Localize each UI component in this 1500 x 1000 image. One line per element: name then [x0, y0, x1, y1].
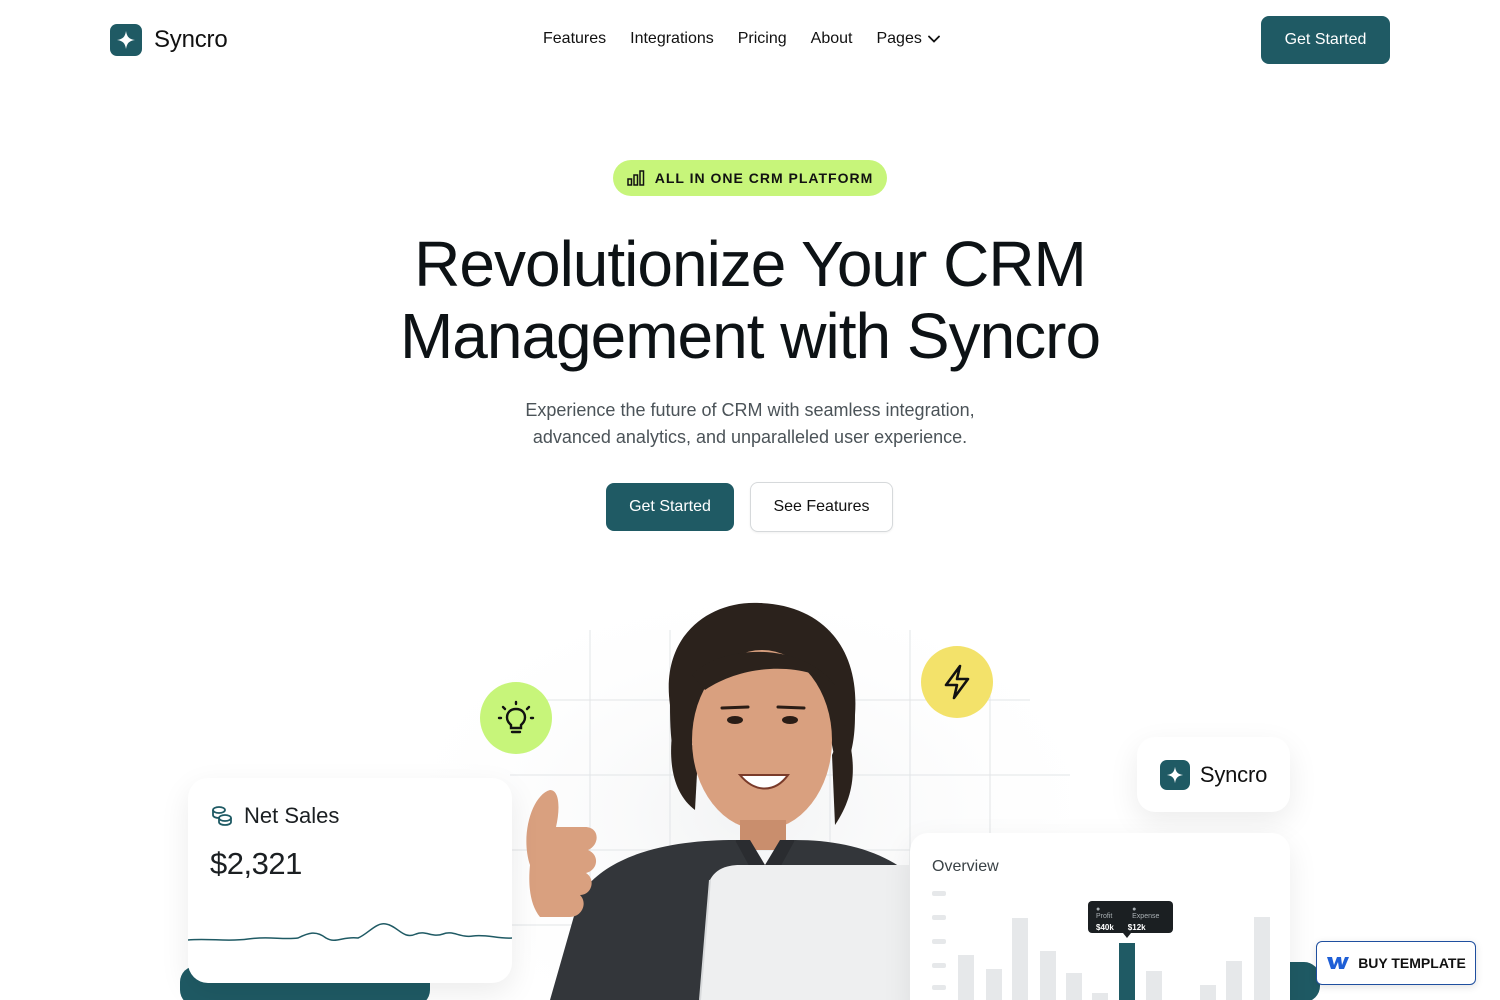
lightning-badge	[921, 646, 993, 718]
nav-link-about[interactable]: About	[811, 30, 853, 48]
tooltip-profit-label: Profit	[1096, 913, 1113, 920]
buy-template-button[interactable]: BUY TEMPLATE	[1316, 941, 1476, 985]
chevron-down-icon	[927, 35, 940, 43]
syncro-logo-card: Syncro	[1137, 737, 1290, 812]
overview-axis-tick	[932, 939, 946, 944]
bar-chart-icon	[627, 170, 645, 186]
net-sales-value: $2,321	[210, 846, 302, 881]
hero-headline-line1: Revolutionize Your CRM	[414, 228, 1087, 300]
nav-links: Features Integrations Pricing About Page…	[543, 30, 940, 48]
tooltip-values-row: $40k $12k	[1096, 923, 1165, 932]
lightbulb-badge	[480, 682, 552, 754]
tooltip-expense-legend: ● Expense	[1132, 906, 1160, 920]
net-sales-header: Net Sales	[210, 803, 339, 829]
webflow-icon	[1327, 957, 1350, 969]
hero-subtitle: Experience the future of CRM with seamle…	[450, 397, 1050, 451]
nav-link-pages-label: Pages	[876, 30, 922, 47]
nav-link-features[interactable]: Features	[543, 30, 606, 48]
buy-template-label: BUY TEMPLATE	[1358, 955, 1466, 971]
tooltip-expense-label: Expense	[1132, 913, 1160, 920]
hero-get-started-button[interactable]: Get Started	[606, 483, 734, 531]
overview-bar-highlight	[1119, 943, 1135, 1000]
overview-card: Overview ● Profit ● Expense $40k $12k	[910, 833, 1290, 1000]
overview-axis-tick	[932, 963, 946, 968]
overview-bar	[1200, 985, 1216, 1000]
overview-axis-tick	[932, 891, 946, 896]
overview-bar	[1254, 917, 1270, 1000]
logo-card-name: Syncro	[1199, 761, 1268, 787]
hero-see-features-button[interactable]: See Features	[750, 482, 893, 532]
brand-logo[interactable]: Syncro	[110, 24, 228, 56]
sparkle-logo-icon	[110, 24, 142, 56]
coins-icon	[212, 806, 232, 826]
top-nav: Syncro Features Integrations Pricing Abo…	[0, 0, 1500, 80]
nav-get-started-button[interactable]: Get Started	[1261, 16, 1390, 64]
overview-axis-tick	[932, 915, 946, 920]
net-sales-title: Net Sales	[244, 803, 340, 828]
tooltip-legend-row: ● Profit ● Expense	[1096, 906, 1165, 920]
hero-badge-label: ALL IN ONE CRM PLATFORM	[654, 170, 874, 186]
overview-bar	[958, 955, 974, 1000]
overview-axis-tick	[932, 985, 946, 990]
overview-bar	[986, 969, 1002, 1000]
net-sales-card: Net Sales $2,321	[188, 778, 512, 983]
hero-headline-line2: Management with Syncro	[399, 300, 1101, 372]
lightning-icon	[944, 664, 970, 700]
sparkle-logo-icon	[1159, 759, 1190, 790]
overview-bar	[1012, 918, 1028, 1000]
net-sales-sparkline	[188, 923, 512, 941]
overview-bar	[1226, 961, 1242, 1000]
brand-name: Syncro	[154, 26, 228, 53]
overview-bar	[1146, 971, 1162, 1000]
nav-link-pages-dropdown[interactable]: Pages	[876, 30, 940, 48]
hero-headline: Revolutionize Your CRM Management with S…	[250, 228, 1250, 372]
tooltip-profit-value: $40k	[1096, 923, 1114, 932]
lightbulb-icon	[497, 700, 535, 734]
hero-subtitle-line1: Experience the future of CRM with seamle…	[525, 400, 975, 420]
hero-subtitle-line2: advanced analytics, and unparalleled use…	[532, 427, 968, 447]
overview-bar	[1066, 973, 1082, 1000]
tooltip-profit-legend: ● Profit	[1096, 906, 1113, 920]
overview-bar	[1092, 993, 1108, 1000]
nav-link-pricing[interactable]: Pricing	[738, 30, 787, 48]
overview-tooltip: ● Profit ● Expense $40k $12k	[1088, 901, 1173, 933]
hero-badge: ALL IN ONE CRM PLATFORM	[613, 160, 887, 196]
overview-bar	[1040, 951, 1056, 1000]
nav-link-integrations[interactable]: Integrations	[630, 30, 714, 48]
tooltip-expense-value: $12k	[1127, 923, 1146, 932]
